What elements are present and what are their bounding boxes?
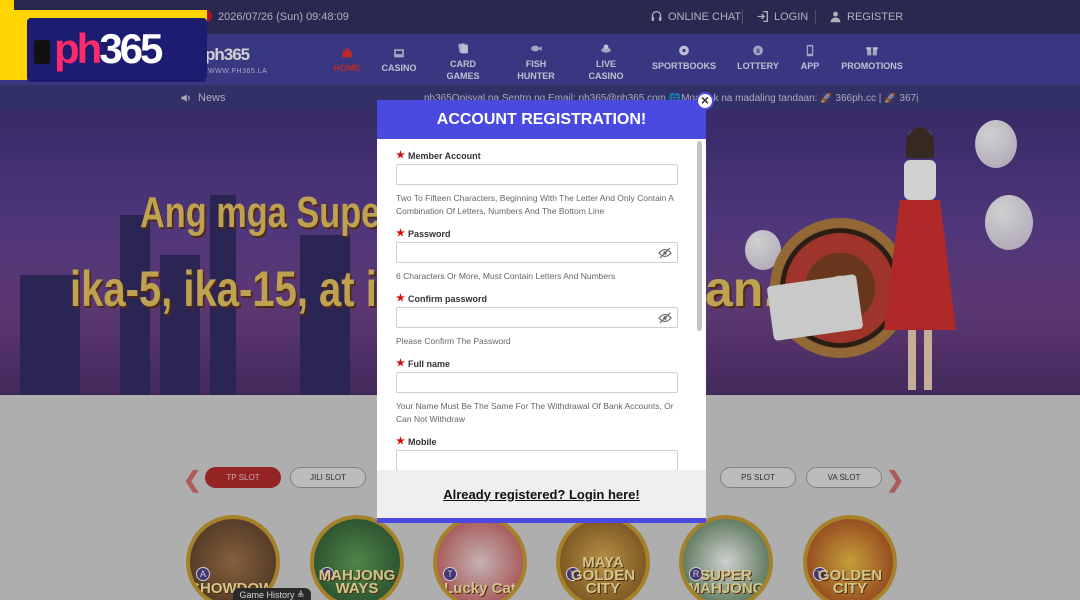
member-account-hint: Two To Fifteen Characters, Beginning Wit… xyxy=(396,193,674,216)
required-star-icon: ★ xyxy=(396,150,405,161)
logo-mark-icon xyxy=(34,40,50,64)
password-hint: 6 Characters Or More, Must Contain Lette… xyxy=(396,271,616,281)
logo-text: ph365 xyxy=(54,25,163,72)
login-here-link[interactable]: Already registered? Login here! xyxy=(443,487,640,502)
logo-text-b: 365 xyxy=(99,25,163,72)
full-name-label: Full name xyxy=(407,358,450,369)
confirm-password-input[interactable] xyxy=(396,307,678,328)
field-label: ★ Full name xyxy=(396,358,678,369)
password-input[interactable] xyxy=(396,242,678,263)
member-account-label: Member Account xyxy=(407,150,481,161)
eye-off-icon[interactable] xyxy=(658,247,672,259)
field-label: ★ Password xyxy=(396,228,678,239)
password-field: ★ Password 6 Characters Or More, Must Con… xyxy=(396,228,678,283)
confirm-password-hint: Please Confirm The Password xyxy=(396,336,511,346)
member-account-input[interactable] xyxy=(396,164,678,185)
required-star-icon: ★ xyxy=(396,228,405,239)
mobile-field: ★ Mobile xyxy=(396,436,678,470)
registration-form: ★ Member Account Two To Fifteen Character… xyxy=(377,139,706,470)
mobile-label: Mobile xyxy=(407,436,437,447)
required-star-icon: ★ xyxy=(396,358,405,369)
field-label: ★ Member Account xyxy=(396,150,678,161)
full-name-field: ★ Full name Your Name Must Be The Same Fo… xyxy=(396,358,678,426)
registration-modal: ACCOUNT REGISTRATION! × ★ Member Account … xyxy=(377,92,714,523)
form-scrollbar[interactable] xyxy=(697,141,702,331)
eye-off-icon[interactable] xyxy=(658,312,672,324)
member-account-field: ★ Member Account Two To Fifteen Character… xyxy=(396,150,678,218)
logo-accent xyxy=(0,0,14,80)
field-label: ★ Confirm password xyxy=(396,293,678,304)
mobile-input[interactable] xyxy=(396,450,678,470)
logo-text-a: ph xyxy=(54,25,102,72)
required-star-icon: ★ xyxy=(396,293,405,304)
required-star-icon: ★ xyxy=(396,436,405,447)
password-label: Password xyxy=(407,228,451,239)
confirm-password-field: ★ Confirm password Please Confirm The Pas… xyxy=(396,293,678,348)
modal-footer: Already registered? Login here! xyxy=(377,470,706,518)
field-label: ★ Mobile xyxy=(396,436,678,447)
confirm-password-label: Confirm password xyxy=(407,293,487,304)
full-name-hint: Your Name Must Be The Same For The Withd… xyxy=(396,401,674,424)
modal-title: ACCOUNT REGISTRATION! xyxy=(377,100,706,139)
close-icon[interactable]: × xyxy=(696,92,714,110)
full-name-input[interactable] xyxy=(396,372,678,393)
brand-logo[interactable]: ph365 xyxy=(12,10,207,82)
